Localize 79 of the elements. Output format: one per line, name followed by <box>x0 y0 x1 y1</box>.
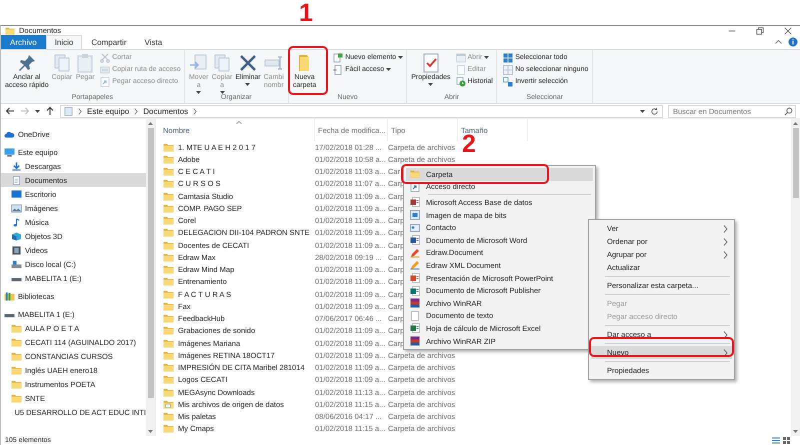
chevron-icon <box>723 330 728 338</box>
ribbon-tab[interactable]: Vista <box>136 35 172 49</box>
address-bar[interactable]: Este equipo Documentos <box>60 104 663 118</box>
monitor-icon <box>11 190 22 198</box>
books-icon <box>410 336 420 346</box>
grid-icon <box>503 64 514 74</box>
cube-icon <box>11 232 22 240</box>
documents-icon <box>212 53 232 73</box>
ribbon-tab[interactable]: Archivo <box>1 35 46 49</box>
shortcut-icon <box>100 76 110 86</box>
ribbon-tab[interactable]: Compartir <box>82 35 136 49</box>
step-number: 1 <box>299 0 313 26</box>
caret-icon <box>196 91 202 94</box>
access-icon <box>410 197 420 208</box>
chevron-icon <box>78 108 82 114</box>
word-icon <box>410 235 420 246</box>
pin-icon <box>16 53 37 73</box>
properties-icon <box>420 53 441 73</box>
chevron-icon <box>134 108 138 114</box>
monitor-icon <box>64 106 73 116</box>
monitor-icon <box>4 148 15 156</box>
close-icon <box>784 26 792 34</box>
powerpoint-icon <box>410 273 420 284</box>
chevron-icon <box>193 108 198 114</box>
forward-arrow-icon <box>20 106 30 116</box>
pen-icon <box>410 248 420 258</box>
caret-icon <box>484 56 490 59</box>
caret-icon <box>220 91 225 94</box>
down-arrow-icon <box>11 162 22 170</box>
pen-icon <box>410 260 420 270</box>
scroll-down-icon[interactable] <box>793 430 798 433</box>
breadcrumb[interactable]: Documentos <box>143 106 188 116</box>
scrollbar[interactable] <box>146 119 155 436</box>
refresh-icon <box>650 106 659 116</box>
chevron-icon <box>723 348 728 356</box>
publisher-icon <box>410 286 420 296</box>
grid-icon <box>503 52 514 62</box>
clipboard-icon <box>75 53 96 73</box>
new-item-icon <box>333 52 344 62</box>
film-icon <box>11 246 22 254</box>
history-icon <box>456 76 466 86</box>
grid-icon <box>503 76 514 86</box>
music-note-icon <box>11 218 22 226</box>
caret-icon <box>398 56 404 59</box>
dropdown-icon <box>640 110 645 112</box>
details-view-icon[interactable] <box>772 437 780 444</box>
document-icon <box>456 64 466 74</box>
dropdown-icon <box>35 110 40 112</box>
breadcrumb[interactable]: Este equipo <box>87 106 130 116</box>
scroll-up-icon[interactable] <box>148 122 153 125</box>
up-arrow-icon <box>45 106 55 116</box>
x-icon <box>238 53 258 73</box>
collapse-icon[interactable] <box>775 40 782 44</box>
scroll-up-icon[interactable] <box>793 122 798 125</box>
documents-icon <box>52 53 72 73</box>
path-icon <box>100 64 110 74</box>
excel-icon <box>410 323 420 334</box>
back-arrow-icon <box>5 106 15 116</box>
tiles-view-icon[interactable] <box>783 437 790 444</box>
ribbon-tab[interactable]: Inicio <box>46 35 82 49</box>
caret-icon <box>428 83 434 86</box>
scroll-down-icon[interactable] <box>148 430 153 433</box>
restore-icon <box>756 26 764 34</box>
contact-card-icon <box>410 222 420 233</box>
highlight-frame <box>288 46 328 95</box>
document-icon <box>410 310 420 321</box>
caret-icon <box>245 83 250 86</box>
cloud-icon <box>4 130 15 138</box>
caret-icon <box>386 68 392 71</box>
books-icon <box>410 298 420 308</box>
scissors-icon <box>100 52 110 62</box>
open-icon <box>456 52 466 62</box>
library-icon <box>4 292 15 300</box>
scrollbar[interactable] <box>791 119 800 436</box>
document-icon <box>11 176 22 184</box>
sort-icon <box>236 121 242 124</box>
image-icon <box>410 210 420 220</box>
image-icon <box>11 204 22 212</box>
hard-drive-icon <box>11 260 22 268</box>
